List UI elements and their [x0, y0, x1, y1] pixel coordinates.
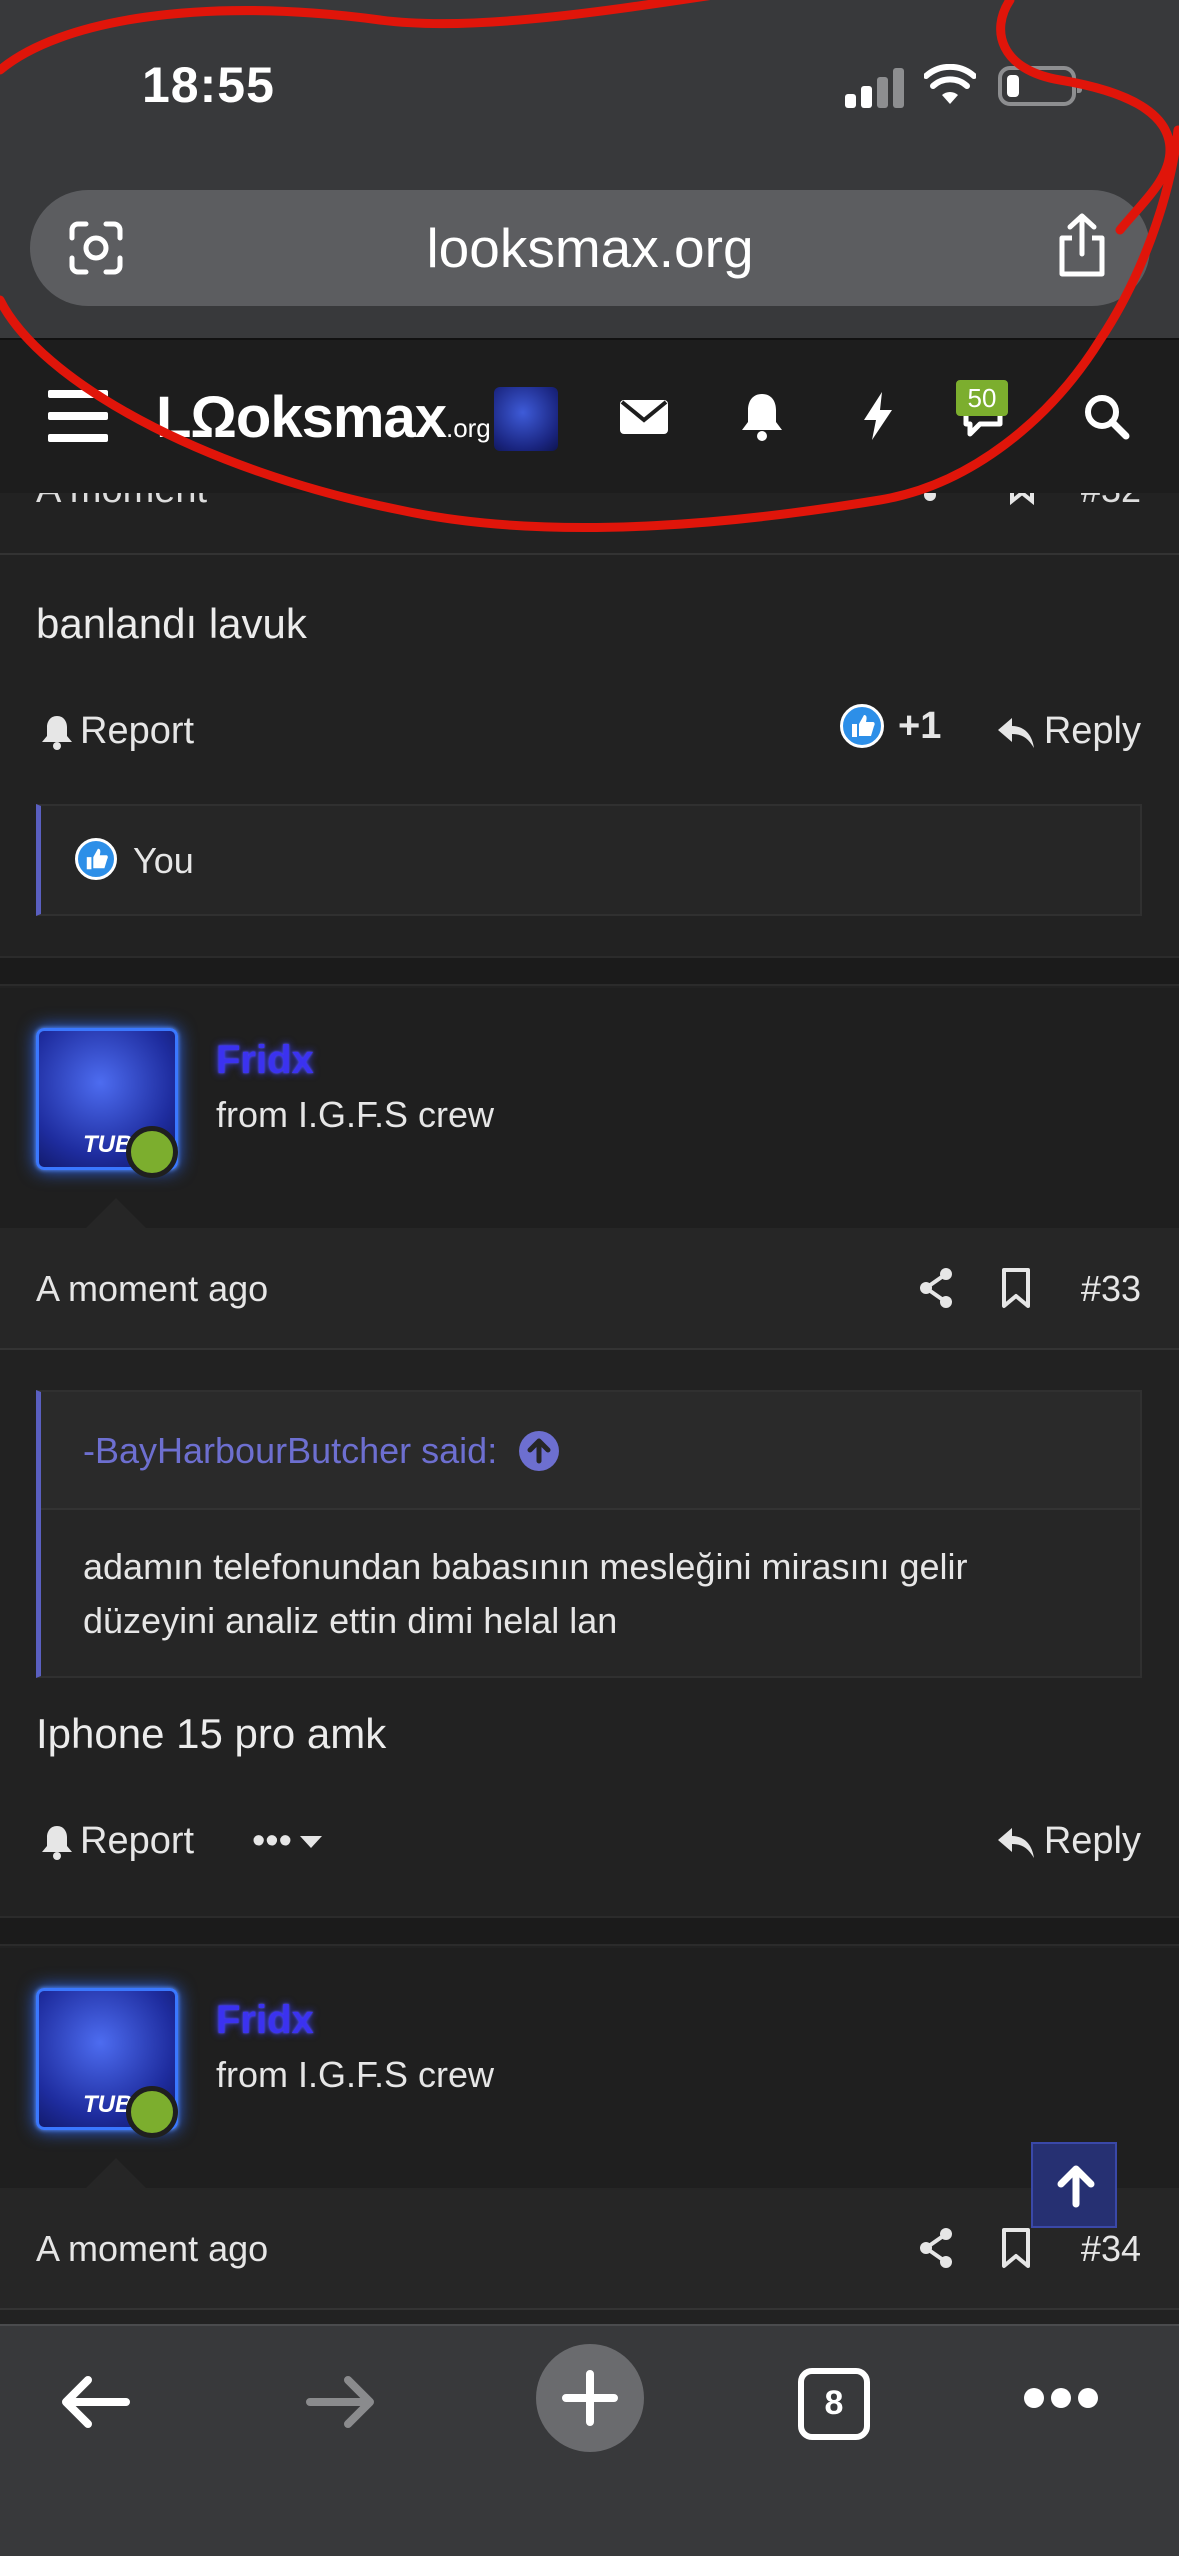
report-button[interactable]: Report: [40, 710, 194, 753]
reaction-count: +1: [898, 704, 942, 747]
logo-main-text: LΩoksmax: [156, 385, 447, 450]
online-status-indicator: [126, 2086, 178, 2138]
post-actions: Report ••• Reply: [0, 1810, 1179, 1880]
post-time[interactable]: A moment ago: [36, 2228, 268, 2270]
header-arrow: [86, 2158, 146, 2188]
post-separator: [0, 1916, 1179, 1946]
address-bar[interactable]: looksmax.org: [30, 190, 1150, 306]
more-options-button[interactable]: •••: [252, 1820, 324, 1863]
reply-button[interactable]: Reply: [996, 1820, 1141, 1863]
post-33-user-header: TUBE Fridx from I.G.F.S crew: [0, 988, 1179, 1228]
tab-switcher-button[interactable]: 8: [798, 2368, 870, 2440]
back-arrow-icon[interactable]: [58, 2370, 132, 2434]
post-number[interactable]: #32: [1081, 493, 1141, 511]
arrow-up-icon: [1057, 2165, 1095, 2208]
post-time: A moment: [36, 493, 207, 512]
post-separator: [0, 956, 1179, 986]
lightning-icon[interactable]: [850, 388, 906, 444]
cellular-signal-icon: [845, 68, 907, 108]
reaction-summary[interactable]: +1: [840, 704, 941, 748]
more-label: •••: [252, 1820, 292, 1862]
quote-text: adamın telefonundan babasının mesleğini …: [83, 1546, 968, 1641]
report-label: Report: [80, 710, 195, 752]
post-33-meta-row: A moment ago #33: [0, 1228, 1179, 1350]
user-title: from I.G.F.S crew: [216, 1094, 495, 1135]
jump-to-quote-icon[interactable]: [519, 1431, 560, 1471]
plus-icon: [562, 2370, 618, 2426]
unread-count-badge: 50: [956, 380, 1008, 416]
post-body: Iphone 15 pro amk: [36, 1710, 387, 1757]
username[interactable]: Fridx: [216, 1038, 314, 1083]
user-title: from I.G.F.S crew: [216, 2054, 495, 2095]
caret-down-icon: [299, 1835, 322, 1848]
username[interactable]: Fridx: [216, 1998, 314, 2043]
forward-arrow-icon[interactable]: [304, 2370, 378, 2434]
like-icon: [840, 704, 884, 748]
reply-label: Reply: [1043, 1820, 1141, 1862]
report-button[interactable]: Report: [40, 1820, 194, 1863]
quote-header: -BayHarbourButcher said:: [41, 1392, 1140, 1510]
like-icon: [75, 838, 117, 880]
site-logo[interactable]: LΩoksmax.org: [156, 384, 491, 451]
reply-button[interactable]: Reply: [996, 710, 1141, 753]
reactions-bar[interactable]: You: [36, 804, 1142, 916]
scroll-to-top-button[interactable]: [1031, 2142, 1117, 2228]
post-actions: Report +1 Reply: [0, 700, 1179, 770]
new-tab-button[interactable]: [536, 2344, 644, 2452]
header-arrow: [86, 1198, 146, 1228]
share-icon[interactable]: [916, 1266, 956, 1310]
post-time[interactable]: A moment ago: [36, 1268, 268, 1310]
share-bookmark-icons[interactable]: [916, 493, 1036, 519]
quote-author: -BayHarbourButcher said:: [83, 1430, 498, 1471]
reacted-by: You: [133, 840, 194, 881]
bookmark-icon[interactable]: [998, 1266, 1034, 1310]
quote-author-link[interactable]: -BayHarbourButcher said:: [83, 1430, 560, 1472]
status-time: 18:55: [142, 57, 275, 113]
share-icon[interactable]: [916, 2226, 956, 2270]
bell-icon[interactable]: [734, 388, 790, 444]
post-34-meta-row: A moment ago #34: [0, 2188, 1179, 2310]
more-menu-icon[interactable]: [1024, 2388, 1098, 2412]
share-icon[interactable]: [1052, 212, 1112, 278]
bell-icon: [42, 1825, 72, 1860]
post-number[interactable]: #34: [1081, 2228, 1141, 2270]
url-text: looksmax.org: [426, 217, 754, 279]
online-status-indicator: [126, 1126, 178, 1178]
reply-icon: [997, 1827, 1034, 1858]
post-body: banlandı lavuk: [36, 600, 307, 647]
post-34-user-header: TUBE Fridx from I.G.F.S crew: [0, 1948, 1179, 2188]
post-32-meta-row: A moment #32: [0, 493, 1179, 555]
user-avatar[interactable]: [494, 387, 558, 451]
envelope-icon[interactable]: [616, 388, 672, 444]
report-label: Report: [80, 1820, 195, 1862]
browser-bottom-toolbar: 8: [0, 2324, 1179, 2556]
battery-icon: [998, 66, 1082, 106]
reply-icon: [997, 717, 1034, 748]
forum-header: LΩoksmax.org 50: [0, 338, 1179, 493]
bookmark-icon[interactable]: [998, 2226, 1034, 2270]
wifi-icon: [924, 64, 976, 104]
reply-label: Reply: [1043, 710, 1141, 752]
hamburger-menu-icon[interactable]: [48, 390, 108, 442]
bell-icon: [42, 715, 72, 750]
browser-top-chrome: 18:55 looksmax.org: [0, 0, 1179, 338]
post-number[interactable]: #33: [1081, 1268, 1141, 1310]
search-icon[interactable]: [1078, 388, 1134, 444]
quote-block: -BayHarbourButcher said: adamın telefonu…: [36, 1390, 1142, 1678]
logo-suffix-text: .org: [445, 413, 491, 443]
